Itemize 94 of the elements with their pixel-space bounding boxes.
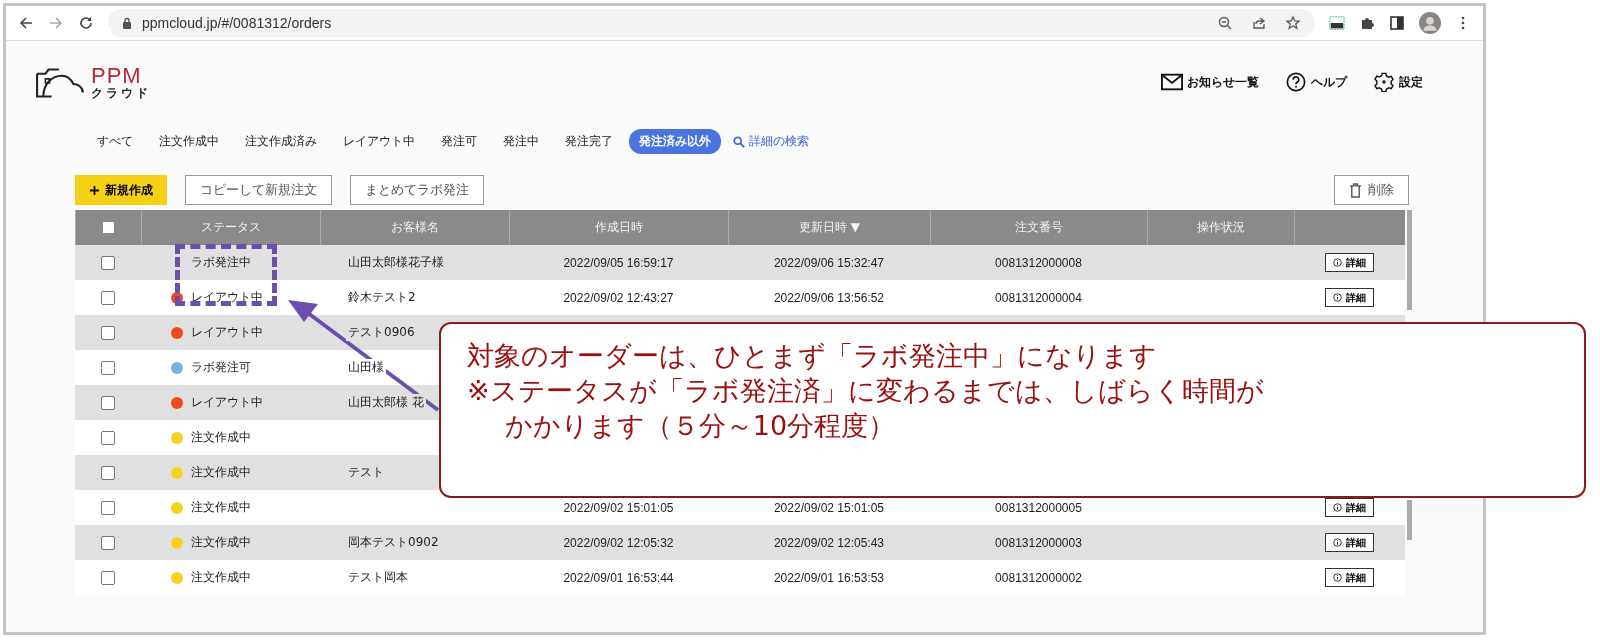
copy-new-order-button[interactable]: コピーして新規注文 [185, 175, 332, 205]
select-all-checkbox[interactable] [103, 222, 114, 233]
filter-tab[interactable]: すべて [87, 129, 143, 154]
table-cell: 2022/09/02 15:01:05 [773, 500, 885, 515]
logo-text: PPM [91, 65, 143, 87]
back-icon[interactable] [18, 15, 34, 31]
info-icon [1333, 503, 1342, 512]
plus-icon [89, 184, 100, 196]
status-text: レイアウト中 [191, 324, 263, 341]
status-text: ラボ発注中 [191, 254, 251, 271]
header-link[interactable]: 設定 [1373, 72, 1423, 92]
table-cell: 0081312000005 [995, 500, 1082, 515]
table-cell: 鈴木テスト2 [346, 289, 418, 306]
table-cell: 0081312000002 [995, 570, 1082, 585]
status-text: 注文作成中 [191, 569, 251, 586]
table-cell: テスト0906 [346, 324, 417, 341]
table-cell: 2022/09/02 12:05:32 [563, 535, 674, 550]
table-cell: 2022/09/05 16:59:17 [563, 255, 674, 270]
table-cell: 山田太郎様 花 [346, 394, 426, 411]
bulk-lab-order-button[interactable]: まとめてラボ発注 [350, 175, 484, 205]
filter-tab[interactable]: 発注済み以外 [629, 129, 721, 154]
filter-tab[interactable]: 注文作成中 [149, 129, 229, 154]
table-cell: 山田太郎様花子様 [346, 254, 446, 271]
table-cell: 2022/09/02 12:43:27 [563, 290, 674, 305]
avatar-icon[interactable] [1419, 12, 1441, 34]
scrollbar[interactable] [1407, 500, 1412, 540]
table-cell: 2022/09/02 12:05:43 [773, 535, 885, 550]
table-cell: 2022/09/06 13:56:52 [773, 290, 885, 305]
detail-button[interactable]: 詳細 [1325, 288, 1374, 307]
row-checkbox[interactable] [101, 290, 115, 305]
detail-button[interactable]: 詳細 [1325, 568, 1374, 587]
row-checkbox[interactable] [101, 395, 115, 410]
row-checkbox[interactable] [101, 535, 115, 550]
detail-button[interactable]: 詳細 [1325, 533, 1374, 552]
trash-icon [1349, 182, 1362, 198]
filter-tab[interactable]: 注文作成済み [235, 129, 327, 154]
status-text: 注文作成中 [191, 534, 251, 551]
delete-button[interactable]: 削除 [1334, 175, 1409, 205]
header-link[interactable]: お知らせ一覧 [1161, 72, 1259, 92]
extension-icon[interactable] [1329, 15, 1345, 31]
zoom-out-icon[interactable] [1217, 15, 1233, 31]
row-checkbox[interactable] [101, 360, 115, 375]
table-cell: 岡本テスト0902 [346, 534, 441, 551]
row-checkbox[interactable] [101, 570, 115, 585]
table-cell: 2022/09/01 16:53:44 [563, 570, 674, 585]
side-panel-icon[interactable] [1389, 15, 1405, 31]
status-text: 注文作成中 [191, 429, 251, 446]
forward-icon[interactable] [48, 15, 64, 31]
row-checkbox[interactable] [101, 430, 115, 445]
info-icon [1333, 573, 1342, 582]
header-link[interactable]: ヘルプ [1285, 72, 1347, 92]
reload-icon[interactable] [78, 15, 94, 31]
row-checkbox[interactable] [101, 500, 115, 515]
star-icon[interactable] [1285, 15, 1301, 31]
callout-text: ※ステータスが「ラボ発注済」に変わるまでは、しばらく時間が [467, 374, 1264, 409]
search-icon [733, 135, 745, 148]
detail-button[interactable]: 詳細 [1325, 498, 1374, 517]
scrollbar[interactable] [1407, 210, 1412, 310]
filter-tab[interactable]: 発注可 [431, 129, 487, 154]
info-icon [1333, 293, 1342, 302]
status-text: レイアウト中 [191, 394, 263, 411]
table-cell: 山田様 [346, 359, 386, 376]
status-text: 注文作成中 [191, 499, 251, 516]
share-icon[interactable] [1251, 15, 1267, 31]
filter-tab[interactable]: 発注完了 [555, 129, 623, 154]
row-checkbox[interactable] [101, 255, 115, 270]
row-checkbox[interactable] [101, 325, 115, 340]
search-link[interactable]: 詳細の検索 [733, 133, 809, 150]
table-cell: 0081312000003 [995, 535, 1082, 550]
table-cell: 2022/09/06 15:32:47 [773, 255, 885, 270]
settings-icon [1373, 72, 1395, 92]
detail-button[interactable]: 詳細 [1325, 253, 1374, 272]
table-cell: 2022/09/01 16:53:53 [773, 570, 885, 585]
info-icon [1333, 538, 1342, 547]
info-icon [1333, 258, 1342, 267]
filter-tab[interactable]: 発注中 [493, 129, 549, 154]
help-icon [1285, 72, 1307, 92]
new-button[interactable]: 新規作成 [75, 175, 167, 205]
table-cell: 0081312000008 [995, 255, 1082, 270]
table-cell: テスト岡本 [346, 569, 410, 586]
puzzle-icon[interactable] [1359, 15, 1375, 31]
camera-logo-icon [35, 65, 87, 99]
address-bar[interactable]: ppmcloud.jp/#/0081312/orders [108, 9, 1315, 37]
mail-icon [1161, 72, 1183, 92]
status-text: ラボ発注可 [191, 359, 251, 376]
row-checkbox[interactable] [101, 465, 115, 480]
callout-text: 対象のオーダーは、ひとまず「ラボ発注中」になります [467, 339, 1157, 373]
table-cell: 0081312000004 [995, 290, 1082, 305]
lock-icon [122, 17, 132, 29]
filter-tab[interactable]: レイアウト中 [333, 129, 425, 154]
status-text: 注文作成中 [191, 464, 251, 481]
table-cell: 2022/09/02 15:01:05 [563, 500, 674, 515]
callout-text: かかります（５分～10分程度） [504, 409, 896, 444]
logo-subtext: クラウド [91, 87, 151, 99]
